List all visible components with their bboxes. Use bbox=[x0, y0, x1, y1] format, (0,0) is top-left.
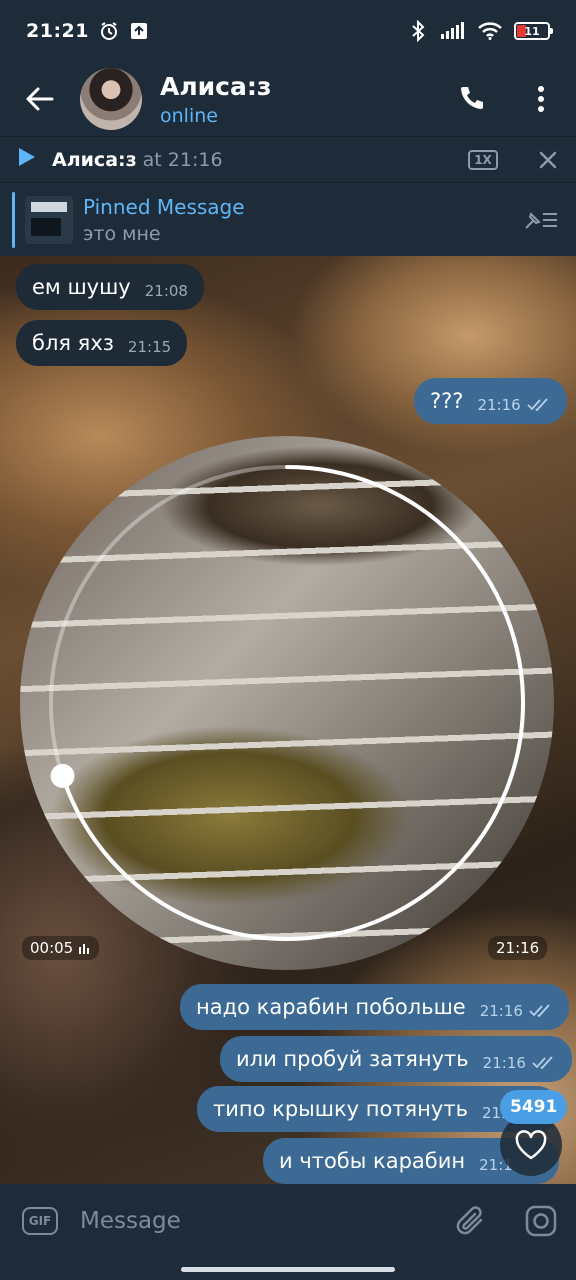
message-time: 21:08 bbox=[144, 282, 188, 300]
message-bubble[interactable]: надо карабин побольше 21:16 bbox=[180, 984, 569, 1030]
status-bar: 21:21 11 bbox=[0, 0, 576, 62]
message-time: 21:16 bbox=[482, 1054, 526, 1072]
pinned-message-bar[interactable]: Pinned Message это мне bbox=[0, 182, 576, 256]
message-time: 21:16 bbox=[477, 396, 521, 414]
player-time: at 21:16 bbox=[142, 148, 223, 171]
message-text: ??? bbox=[430, 389, 464, 413]
reaction-count[interactable]: 5491 bbox=[500, 1090, 568, 1124]
pinned-text: это мне bbox=[83, 222, 161, 245]
avatar[interactable] bbox=[80, 68, 142, 130]
message-bubble[interactable]: ем шушу 21:08 bbox=[16, 264, 204, 310]
player-sender: Алиса:з bbox=[52, 148, 137, 171]
home-handle[interactable] bbox=[181, 1266, 395, 1272]
more-menu-button[interactable] bbox=[506, 62, 576, 136]
message-input[interactable] bbox=[80, 1196, 436, 1246]
close-player-button[interactable] bbox=[520, 137, 576, 183]
message-text: или пробуй затянуть bbox=[236, 1047, 469, 1071]
chat-area[interactable]: ем шушу 21:08 бля яхз 21:15 ??? 21:16 00… bbox=[0, 256, 576, 1184]
message-input-bar: GIF bbox=[0, 1184, 576, 1258]
message-text: бля яхз bbox=[32, 331, 114, 355]
chat-name: Алиса:з bbox=[160, 71, 272, 101]
message-bubble[interactable]: бля яхз 21:15 bbox=[16, 320, 188, 366]
back-button[interactable] bbox=[0, 62, 80, 136]
call-button[interactable] bbox=[436, 62, 506, 136]
video-time: 21:16 bbox=[488, 936, 548, 960]
message-time: 21:15 bbox=[127, 338, 172, 356]
message-time: 21:16 bbox=[479, 1002, 523, 1020]
paperclip-icon bbox=[456, 1206, 483, 1235]
bluetooth-icon bbox=[408, 20, 428, 42]
signal-icon bbox=[440, 21, 466, 41]
play-icon[interactable] bbox=[18, 147, 36, 172]
video-message[interactable] bbox=[20, 436, 554, 970]
double-check-icon bbox=[527, 398, 551, 412]
heart-icon bbox=[515, 1130, 547, 1160]
battery-icon: 11 bbox=[514, 22, 553, 40]
chat-header: Алиса:з online bbox=[0, 62, 576, 136]
message-text: ем шушу bbox=[32, 275, 131, 299]
pinned-list-button[interactable] bbox=[506, 183, 576, 257]
pinned-title: Pinned Message bbox=[83, 194, 245, 219]
alarm-icon bbox=[99, 21, 119, 41]
chat-title-block[interactable]: Алиса:з online bbox=[160, 72, 271, 127]
more-vertical-icon bbox=[538, 86, 544, 112]
status-time: 21:21 bbox=[26, 20, 89, 42]
double-check-icon bbox=[529, 1004, 553, 1018]
close-icon bbox=[539, 151, 557, 168]
system-nav-bar bbox=[0, 1258, 576, 1280]
camera-icon bbox=[525, 1205, 557, 1237]
gif-button[interactable]: GIF bbox=[0, 1184, 80, 1258]
upload-icon bbox=[129, 21, 149, 41]
audio-bars-icon bbox=[79, 944, 90, 954]
wifi-icon bbox=[478, 21, 502, 41]
message-text: и чтобы карабин bbox=[279, 1149, 466, 1173]
video-duration: 00:05 bbox=[22, 936, 100, 960]
attach-button[interactable] bbox=[436, 1184, 506, 1258]
gif-icon: GIF bbox=[22, 1207, 58, 1235]
arrow-left-icon bbox=[26, 87, 54, 111]
message-bubble[interactable]: ??? 21:16 bbox=[414, 378, 567, 424]
chat-status: online bbox=[160, 104, 218, 127]
video-message-button[interactable] bbox=[506, 1184, 576, 1258]
pinned-indicator bbox=[12, 191, 15, 248]
message-bubble[interactable]: или пробуй затянуть 21:16 bbox=[220, 1036, 572, 1082]
phone-icon bbox=[461, 87, 483, 109]
double-check-icon bbox=[532, 1056, 556, 1070]
pin-list-icon bbox=[525, 211, 557, 229]
message-text: надо карабин побольше bbox=[196, 995, 466, 1019]
playback-speed-button[interactable]: 1X bbox=[468, 149, 498, 170]
audio-player-bar[interactable]: Алиса:з at 21:16 1X bbox=[0, 136, 576, 182]
message-text: типо крышку потянуть bbox=[213, 1097, 468, 1121]
pinned-thumbnail bbox=[25, 195, 73, 244]
